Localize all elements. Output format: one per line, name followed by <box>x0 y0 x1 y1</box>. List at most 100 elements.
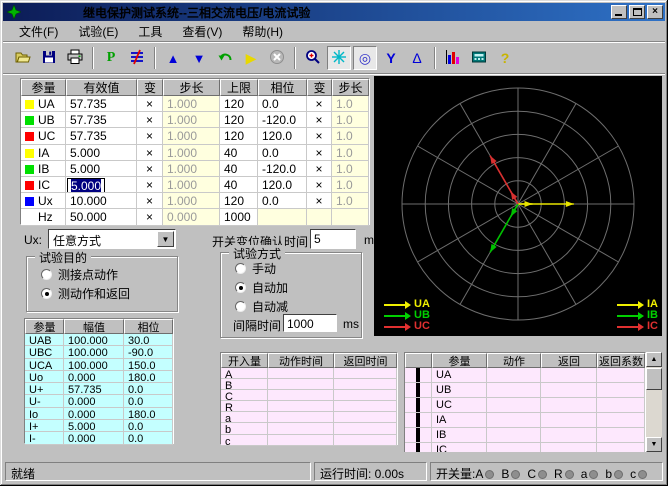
result-checkbox-cell[interactable] <box>405 383 432 398</box>
close-button[interactable]: × <box>647 5 663 19</box>
channel-step2-cell[interactable]: 1.0 <box>332 193 369 209</box>
zoom-button[interactable] <box>301 46 325 70</box>
menu-help[interactable]: 帮助(H) <box>232 21 293 43</box>
help-button[interactable]: ? <box>493 46 517 70</box>
channel-vary-cell[interactable]: × <box>137 161 163 177</box>
channel-step2-cell[interactable]: 1.0 <box>332 161 369 177</box>
test-purpose-option[interactable]: 测动作和返回 <box>41 284 177 303</box>
channel-phase-cell[interactable]: 120.0 <box>258 177 307 193</box>
radio-button-icon[interactable] <box>235 301 246 312</box>
channel-value-cell[interactable]: 57.735 <box>66 112 137 128</box>
interval-input[interactable]: 1000 <box>283 314 337 332</box>
channel-vary-cell[interactable]: × <box>137 193 163 209</box>
print-button[interactable] <box>63 46 87 70</box>
checkbox-icon[interactable] <box>416 368 420 383</box>
channel-limit-cell[interactable]: 120 <box>220 96 258 112</box>
channel-step2-cell[interactable]: 1.0 <box>332 177 369 193</box>
vertical-scrollbar[interactable]: ▲ ▼ <box>646 352 662 452</box>
step-down-button[interactable]: ▼ <box>187 46 211 70</box>
minimize-button[interactable] <box>611 5 627 19</box>
channel-limit-cell[interactable]: 120 <box>220 193 258 209</box>
channel-value-cell[interactable]: 5.000 <box>66 177 137 193</box>
scrollbar-thumb[interactable] <box>646 368 662 390</box>
channel-limit-cell[interactable]: 1000 <box>220 209 258 225</box>
channel-vary2-cell[interactable]: × <box>307 145 332 161</box>
channel-vary-cell[interactable]: × <box>137 128 163 144</box>
wye-connection-button[interactable]: Y <box>379 46 403 70</box>
channel-step-cell[interactable]: 1.000 <box>163 96 220 112</box>
channel-limit-cell[interactable]: 120 <box>220 112 258 128</box>
channel-vary2-cell[interactable]: × <box>307 177 332 193</box>
radio-button-icon[interactable] <box>235 263 246 274</box>
channel-limit-cell[interactable]: 40 <box>220 145 258 161</box>
stop-test-button[interactable] <box>265 46 289 70</box>
checkbox-icon[interactable] <box>416 398 420 413</box>
test-purpose-option[interactable]: 测接点动作 <box>41 265 177 284</box>
confirm-time-input[interactable]: 5 <box>310 229 356 249</box>
channel-limit-cell[interactable]: 40 <box>220 161 258 177</box>
open-file-button[interactable] <box>11 46 35 70</box>
channel-step2-cell[interactable]: 1.0 <box>332 145 369 161</box>
channel-vary-cell[interactable]: × <box>137 112 163 128</box>
channel-phase-cell[interactable]: 120.0 <box>258 128 307 144</box>
channel-step2-cell[interactable]: 1.0 <box>332 112 369 128</box>
channel-vary-cell[interactable]: × <box>137 177 163 193</box>
checkbox-icon[interactable] <box>416 428 420 443</box>
channel-vary2-cell[interactable]: × <box>307 112 332 128</box>
result-checkbox-cell[interactable] <box>405 443 432 452</box>
scroll-up-icon[interactable]: ▲ <box>646 352 662 367</box>
channel-step2-cell[interactable]: 1.0 <box>332 96 369 112</box>
revert-button[interactable] <box>213 46 237 70</box>
channel-step-cell[interactable]: 1.000 <box>163 161 220 177</box>
start-test-button[interactable]: ▶ <box>239 46 263 70</box>
channel-vary-cell[interactable]: × <box>137 145 163 161</box>
radio-button-icon[interactable] <box>235 282 246 293</box>
channel-vary2-cell[interactable]: × <box>307 161 332 177</box>
channel-vary2-cell[interactable] <box>307 209 332 225</box>
channel-step-cell[interactable]: 1.000 <box>163 128 220 144</box>
harmonic-button[interactable] <box>125 46 149 70</box>
menu-tools[interactable]: 工具 <box>128 21 172 43</box>
channel-phase-cell[interactable]: 0.0 <box>258 96 307 112</box>
test-mode-option[interactable]: 自动加 <box>235 278 361 297</box>
checkbox-icon[interactable] <box>416 383 420 398</box>
radio-button-icon[interactable] <box>41 269 52 280</box>
result-checkbox-cell[interactable] <box>405 428 432 443</box>
channel-limit-cell[interactable]: 120 <box>220 128 258 144</box>
channel-value-cell[interactable]: 10.000 <box>66 193 137 209</box>
channel-vary2-cell[interactable]: × <box>307 96 332 112</box>
radio-button-icon[interactable] <box>41 288 52 299</box>
channel-vary2-cell[interactable]: × <box>307 128 332 144</box>
menu-test[interactable]: 试验(E) <box>68 21 128 43</box>
result-checkbox-cell[interactable] <box>405 413 432 428</box>
crosshair-view-button[interactable] <box>327 46 351 70</box>
maximize-button[interactable] <box>629 5 645 19</box>
calculator-button[interactable] <box>467 46 491 70</box>
channel-phase-cell[interactable]: 0.0 <box>258 145 307 161</box>
step-up-button[interactable]: ▲ <box>161 46 185 70</box>
channel-phase-cell[interactable]: 0.0 <box>258 193 307 209</box>
channel-phase-cell[interactable] <box>258 209 307 225</box>
delta-connection-button[interactable]: Δ <box>405 46 429 70</box>
menu-view[interactable]: 查看(V) <box>172 21 232 43</box>
channel-vary-cell[interactable]: × <box>137 209 163 225</box>
menu-file[interactable]: 文件(F) <box>9 21 68 43</box>
channel-phase-cell[interactable]: -120.0 <box>258 112 307 128</box>
channel-value-cell[interactable]: 5.000 <box>66 161 137 177</box>
channel-step-cell[interactable]: 1.000 <box>163 145 220 161</box>
result-checkbox-cell[interactable] <box>405 368 432 383</box>
channel-value-cell[interactable]: 5.000 <box>66 145 137 161</box>
checkbox-icon[interactable] <box>416 443 420 452</box>
channel-phase-cell[interactable]: -120.0 <box>258 161 307 177</box>
polar-view-button[interactable]: ◎ <box>353 46 377 70</box>
channel-step-cell[interactable]: 1.000 <box>163 193 220 209</box>
chevron-down-icon[interactable]: ▼ <box>157 231 174 247</box>
checkbox-icon[interactable] <box>416 413 420 428</box>
channel-value-cell[interactable]: 57.735 <box>66 96 137 112</box>
channel-limit-cell[interactable]: 40 <box>220 177 258 193</box>
ux-mode-select[interactable]: 任意方式 ▼ <box>48 229 176 249</box>
channel-value-cell[interactable]: 57.735 <box>66 128 137 144</box>
channel-vary-cell[interactable]: × <box>137 96 163 112</box>
channel-step2-cell[interactable]: 1.0 <box>332 128 369 144</box>
p-parameter-button[interactable]: P <box>99 46 123 70</box>
